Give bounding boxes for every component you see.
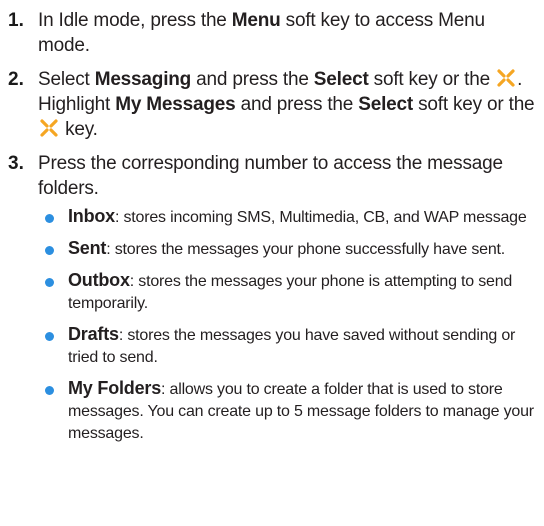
step-text: In Idle mode, press the Menu soft key to… bbox=[38, 10, 485, 56]
step-1: 1. In Idle mode, press the Menu soft key… bbox=[8, 8, 536, 58]
step-text: Press the corresponding number to access… bbox=[38, 153, 503, 199]
folder-item-inbox: Inbox: stores incoming SMS, Multimedia, … bbox=[38, 205, 536, 229]
select-key-term: Select bbox=[313, 69, 369, 90]
folder-term: My Folders bbox=[68, 378, 162, 398]
step-number: 1. bbox=[8, 10, 24, 31]
folder-desc: : stores the messages your phone is atte… bbox=[68, 273, 513, 312]
navigation-key-icon bbox=[40, 119, 58, 137]
folder-desc: : stores incoming SMS, Multimedia, CB, a… bbox=[115, 209, 527, 226]
step-number: 3. bbox=[8, 153, 24, 174]
folder-term: Drafts bbox=[68, 324, 119, 344]
bullet-dot-icon bbox=[45, 246, 54, 255]
bullet-dot-icon bbox=[45, 386, 54, 395]
folder-list: Inbox: stores incoming SMS, Multimedia, … bbox=[38, 205, 536, 445]
navigation-key-icon bbox=[497, 69, 515, 87]
step-body: Press the corresponding number to access… bbox=[38, 151, 536, 453]
folder-term: Inbox bbox=[68, 206, 115, 226]
folder-desc: : stores the messages you have saved wit… bbox=[68, 327, 516, 366]
folder-item-outbox: Outbox: stores the messages your phone i… bbox=[38, 269, 536, 315]
bullet-dot-icon bbox=[45, 332, 54, 341]
folder-term: Outbox bbox=[68, 270, 130, 290]
folder-item-my-folders: My Folders: allows you to create a folde… bbox=[38, 377, 536, 445]
instruction-page: 1. In Idle mode, press the Menu soft key… bbox=[0, 0, 544, 526]
messaging-term: Messaging bbox=[94, 69, 192, 90]
select-key-term: Select bbox=[358, 94, 414, 115]
step-3: 3. Press the corresponding number to acc… bbox=[8, 151, 536, 453]
bullet-dot-icon bbox=[45, 278, 54, 287]
my-messages-term: My Messages bbox=[115, 94, 236, 115]
folder-desc: : stores the messages your phone success… bbox=[106, 241, 506, 258]
folder-term: Sent bbox=[68, 238, 107, 258]
step-text: Select Messaging and press the Select so… bbox=[38, 69, 535, 140]
folder-item-sent: Sent: stores the messages your phone suc… bbox=[38, 237, 536, 261]
bullet-dot-icon bbox=[45, 214, 54, 223]
folder-item-drafts: Drafts: stores the messages you have sav… bbox=[38, 323, 536, 369]
step-2: 2. Select Messaging and press the Select… bbox=[8, 67, 536, 142]
step-number: 2. bbox=[8, 69, 24, 90]
menu-key-term: Menu bbox=[231, 10, 281, 31]
